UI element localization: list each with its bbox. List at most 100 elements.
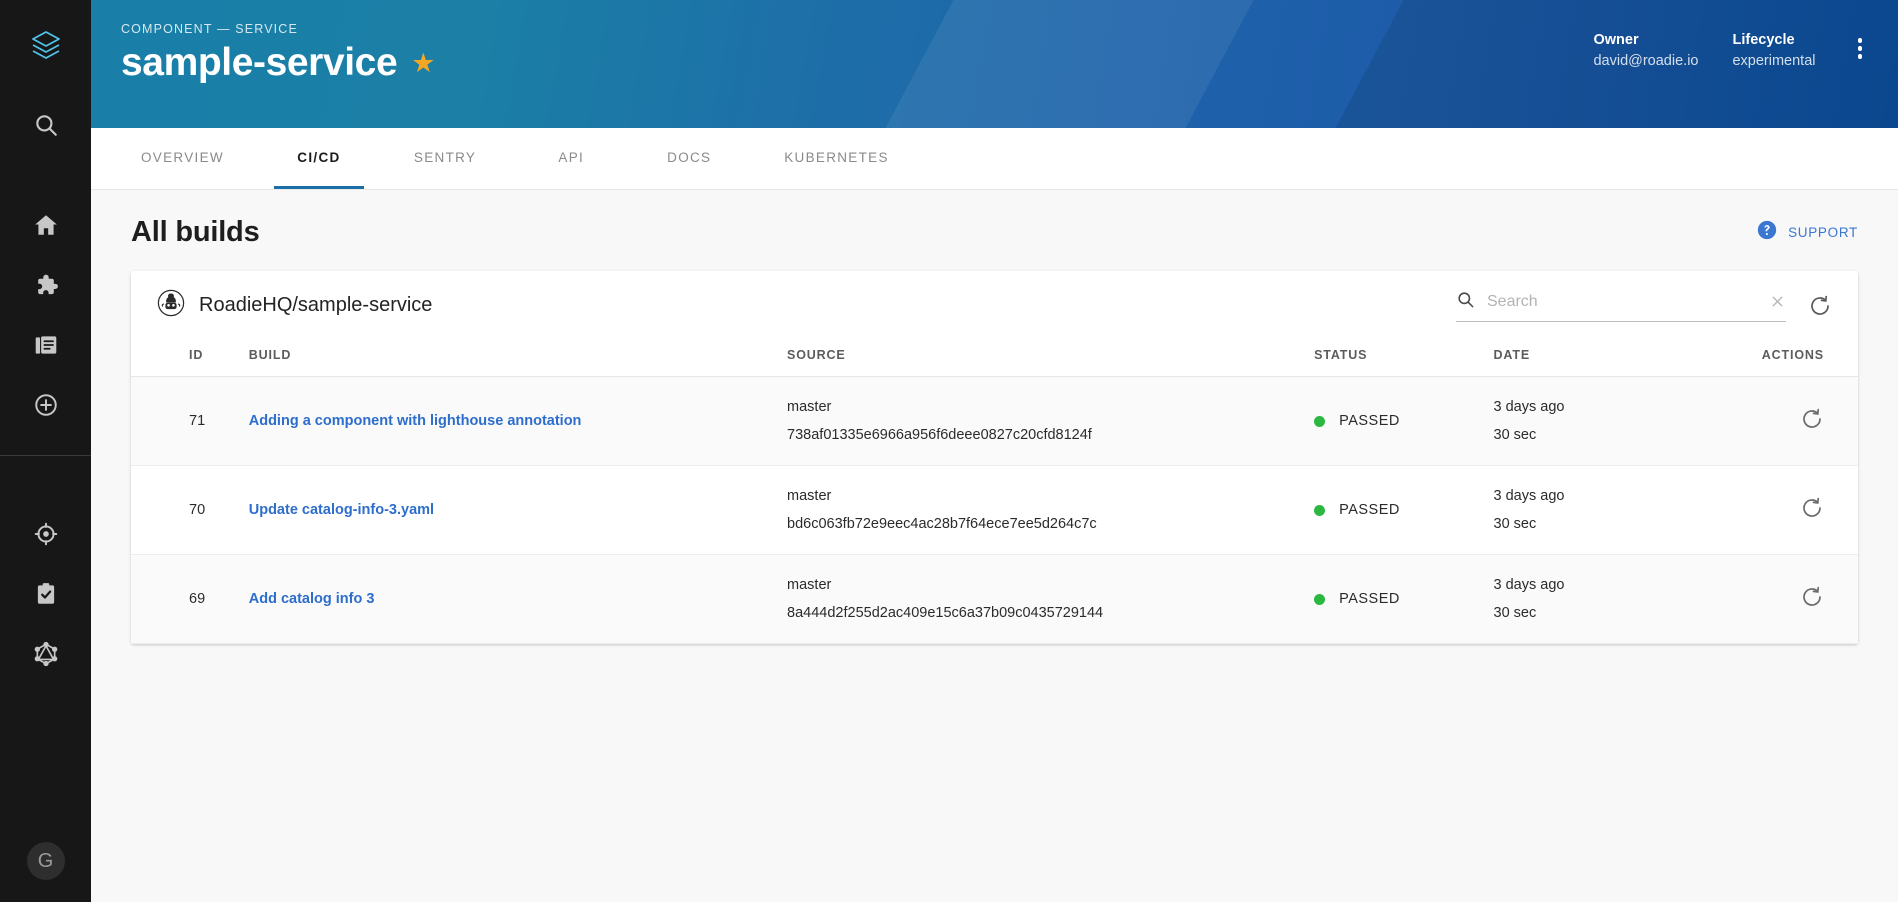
cell-id: 70 xyxy=(131,465,249,555)
repo-header: RoadieHQ/sample-service xyxy=(157,289,432,322)
cell-source: master 738af01335e6966a956f6deee0827c20c… xyxy=(787,376,1315,466)
entity-tabs: Overview CI/CD Sentry API Docs Kubernete… xyxy=(91,128,1898,190)
cell-date: 3 days ago 30 sec xyxy=(1493,376,1690,466)
sidebar-divider xyxy=(0,455,91,456)
source-branch: master xyxy=(787,488,832,504)
sidebar-item-graphql[interactable] xyxy=(0,624,91,684)
status-badge: PASSED xyxy=(1339,591,1400,607)
star-icon[interactable]: ★ xyxy=(411,49,435,77)
column-header-id: ID xyxy=(131,338,249,377)
cell-id: 69 xyxy=(131,554,249,644)
date-relative: 3 days ago xyxy=(1493,399,1565,415)
table-body: 71 Adding a component with lighthouse an… xyxy=(131,376,1858,644)
avatar[interactable]: G xyxy=(26,842,65,880)
column-header-status: Status xyxy=(1314,338,1494,377)
cell-status: PASSED xyxy=(1314,465,1494,555)
sidebar-item-create[interactable] xyxy=(0,375,91,435)
retry-icon[interactable] xyxy=(1800,585,1824,609)
tab-api[interactable]: API xyxy=(526,128,616,189)
status-dot-icon xyxy=(1314,415,1326,427)
repo-name: RoadieHQ/sample-service xyxy=(199,294,433,316)
close-icon[interactable] xyxy=(1769,293,1786,310)
sidebar-item-search[interactable] xyxy=(0,95,91,155)
entity-header: COMPONENT — SERVICE sample-service ★ Own… xyxy=(91,0,1898,128)
column-header-build: Build xyxy=(248,338,788,377)
table-header: ID Build Source Status Date Actions xyxy=(131,338,1858,377)
cell-build: Update catalog-info-3.yaml xyxy=(248,465,788,555)
lifecycle-value: experimental xyxy=(1732,53,1816,70)
cell-status: PASSED xyxy=(1314,554,1494,644)
owner-value[interactable]: david@roadie.io xyxy=(1593,51,1698,72)
sidebar-item-tech-radar[interactable] xyxy=(0,504,91,564)
table-row[interactable]: 71 Adding a component with lighthouse an… xyxy=(131,376,1858,466)
avatar-initial: G xyxy=(37,849,54,872)
lifecycle-label: Lifecycle xyxy=(1732,32,1795,48)
sidebar-item-apis[interactable] xyxy=(0,255,91,315)
sidebar-item-home[interactable] xyxy=(0,195,91,255)
cell-date: 3 days ago 30 sec xyxy=(1493,554,1690,644)
cell-status: PASSED xyxy=(1314,376,1494,466)
tab-docs[interactable]: Docs xyxy=(644,128,734,189)
support-link[interactable]: Support xyxy=(1756,219,1858,246)
build-link[interactable]: Add catalog info 3 xyxy=(249,591,375,607)
table-row[interactable]: 69 Add catalog info 3 master 8a444d2f255… xyxy=(131,554,1858,644)
retry-icon[interactable] xyxy=(1800,407,1824,431)
cell-id: 71 xyxy=(131,376,249,466)
cell-source: master bd6c063fb72e9eec4ac28b7f64ece7ee5… xyxy=(787,465,1315,555)
source-branch: master xyxy=(787,399,832,415)
status-badge: PASSED xyxy=(1339,502,1400,518)
status-dot-icon xyxy=(1314,504,1326,516)
search-box xyxy=(1456,290,1786,322)
search-input[interactable] xyxy=(1487,292,1757,311)
status-badge: PASSED xyxy=(1339,413,1400,429)
date-duration: 30 sec xyxy=(1493,605,1537,621)
retry-icon[interactable] xyxy=(1800,496,1824,520)
column-header-actions: Actions xyxy=(1689,338,1858,377)
table-row[interactable]: 70 Update catalog-info-3.yaml master bd6… xyxy=(131,465,1858,555)
cell-build: Adding a component with lighthouse annot… xyxy=(248,376,788,466)
entity-header-right: Owner david@roadie.io Lifecycle experime… xyxy=(1593,22,1870,128)
entity-header-left: COMPONENT — SERVICE sample-service ★ xyxy=(121,22,435,128)
cell-build: Add catalog info 3 xyxy=(248,554,788,644)
column-header-date: Date xyxy=(1493,338,1690,377)
source-branch: master xyxy=(787,577,832,593)
sidebar-item-docs[interactable] xyxy=(0,315,91,375)
builds-table: ID Build Source Status Date Actions 71 xyxy=(131,338,1858,644)
build-link[interactable]: Update catalog-info-3.yaml xyxy=(249,502,434,518)
backstage-logo-icon[interactable] xyxy=(26,26,66,71)
date-duration: 30 sec xyxy=(1493,516,1537,532)
search-icon xyxy=(1456,290,1475,314)
cell-actions xyxy=(1689,376,1858,466)
github-avatar-icon xyxy=(157,289,185,322)
content-area: All builds Support xyxy=(91,190,1898,644)
cell-actions xyxy=(1689,465,1858,555)
source-hash: 8a444d2f255d2ac409e15c6a37b09c0435729144 xyxy=(787,605,1104,621)
tab-cicd[interactable]: CI/CD xyxy=(273,128,364,189)
cell-actions xyxy=(1689,554,1858,644)
page-title: sample-service xyxy=(121,41,398,84)
builds-card: RoadieHQ/sample-service Search ID BUILD … xyxy=(131,271,1858,644)
tab-sentry[interactable]: Sentry xyxy=(392,128,498,189)
lifecycle-field: Lifecycle experimental xyxy=(1732,30,1815,72)
date-relative: 3 days ago xyxy=(1493,577,1565,593)
search-area xyxy=(1456,290,1832,322)
tab-overview[interactable]: Overview xyxy=(119,128,246,189)
tab-kubernetes[interactable]: Kubernetes xyxy=(762,128,911,189)
cell-date: 3 days ago 30 sec xyxy=(1493,465,1690,555)
status-dot-icon xyxy=(1314,593,1326,605)
sidebar: G xyxy=(0,0,91,902)
support-label: Support xyxy=(1788,225,1858,240)
help-circle-icon xyxy=(1756,219,1778,246)
build-link[interactable]: Adding a component with lighthouse annot… xyxy=(249,413,582,429)
kebab-menu-icon[interactable] xyxy=(1850,32,1871,65)
column-header-source: Source xyxy=(787,338,1315,377)
sidebar-item-tech-insights[interactable] xyxy=(0,564,91,624)
section-title: All builds xyxy=(131,216,260,248)
refresh-icon[interactable] xyxy=(1808,294,1832,318)
main-area: COMPONENT — SERVICE sample-service ★ Own… xyxy=(91,0,1898,902)
breadcrumb: COMPONENT — SERVICE xyxy=(121,22,298,36)
cell-source: master 8a444d2f255d2ac409e15c6a37b09c043… xyxy=(787,554,1315,644)
app-root: G COMPONENT — SERVICE sample-service ★ O… xyxy=(0,0,1898,902)
owner-field: Owner david@roadie.io xyxy=(1593,30,1698,72)
source-hash: 738af01335e6966a956f6deee0827c20cfd8124f xyxy=(787,427,1092,443)
